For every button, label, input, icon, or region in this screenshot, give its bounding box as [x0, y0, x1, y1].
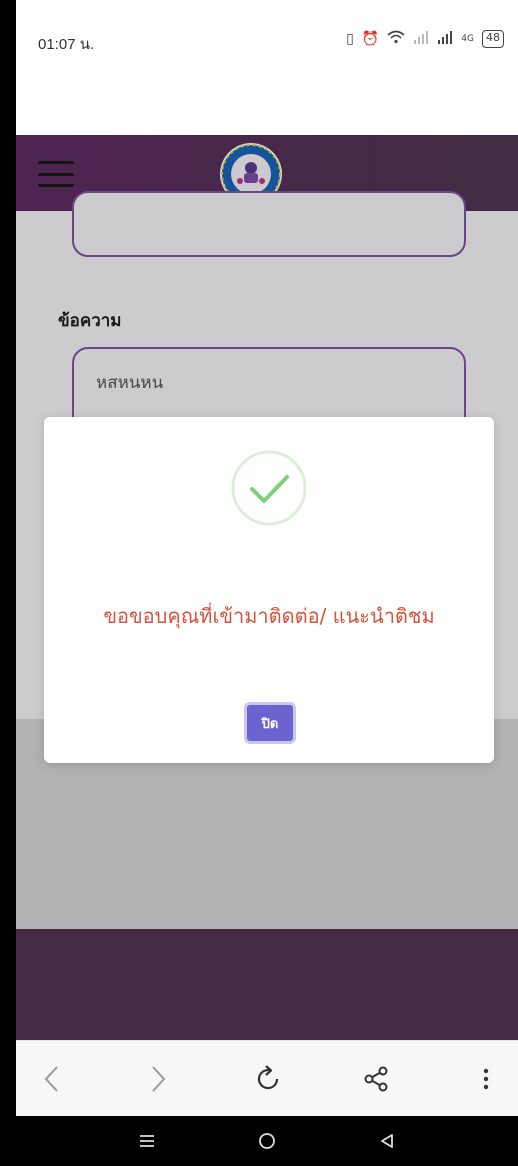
vibrate-icon: ▯ — [346, 31, 354, 47]
status-time: 01:07 น. — [38, 36, 95, 53]
signal-icon — [437, 30, 453, 48]
system-nav-bar — [16, 1116, 518, 1166]
back-arrow-icon[interactable] — [32, 1059, 72, 1099]
check-circle-icon — [230, 449, 308, 527]
reload-icon[interactable] — [248, 1059, 288, 1099]
status-icons: ▯ ⏰ 4G 48 — [346, 30, 504, 48]
network-type: 4G — [461, 34, 474, 44]
recent-apps-icon[interactable] — [132, 1126, 162, 1156]
share-icon[interactable] — [356, 1059, 396, 1099]
home-icon[interactable] — [252, 1126, 282, 1156]
more-icon[interactable] — [466, 1059, 506, 1099]
success-dialog: ขอขอบคุณที่เข้ามาติดต่อ/ แนะนำติชม ปิด — [44, 417, 494, 763]
forward-arrow-icon[interactable] — [138, 1059, 178, 1099]
close-button[interactable]: ปิด — [244, 702, 296, 744]
signal-icon — [413, 30, 429, 48]
phone-screen: 01:07 น. ▯ ⏰ 4G 48 ข้อความ หสหนหน ขอขอบค… — [16, 0, 518, 1166]
status-bar: 01:07 น. ▯ ⏰ 4G 48 — [16, 0, 518, 135]
battery-icon: 48 — [482, 30, 504, 48]
browser-toolbar — [16, 1040, 518, 1116]
wifi-icon — [387, 30, 405, 48]
dialog-message: ขอขอบคุณที่เข้ามาติดต่อ/ แนะนำติชม — [103, 604, 435, 628]
alarm-icon: ⏰ — [361, 31, 380, 47]
back-icon[interactable] — [372, 1126, 402, 1156]
battery-level: 48 — [486, 31, 500, 44]
